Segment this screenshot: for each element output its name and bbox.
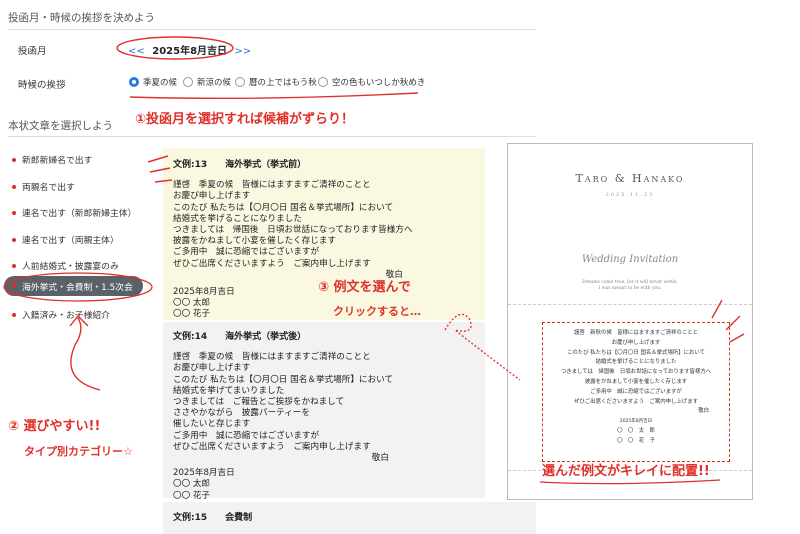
preview-name: 〇 〇 太 郎 xyxy=(617,427,655,434)
month-label: 投函月 xyxy=(18,46,47,57)
annotation-note: ② 選びやすい!! xyxy=(8,419,101,434)
greeting-label: 時候の挨拶 xyxy=(18,80,66,91)
preview-line: 謹啓 新秋の候 皆様にはますますご清祥のことと xyxy=(574,330,698,336)
annotation-note: ③ 例文を選んで xyxy=(318,280,411,295)
month-value: 2025年8月吉日 xyxy=(152,46,228,57)
preview-date-line: 2025年8月吉日 xyxy=(619,419,653,425)
bullet-icon xyxy=(12,237,16,242)
example-name: 〇〇 花子 xyxy=(173,490,211,501)
category-label: 両親名で出す xyxy=(22,183,75,193)
preview-closing: 敬白 xyxy=(698,408,709,415)
invitation-preview: Taro & Hanako 2025.11.23 Wedding Invitat… xyxy=(507,143,753,500)
greeting-option-label: 新涼の候 xyxy=(197,78,232,88)
greeting-option-label: 暦の上ではもう秋 xyxy=(249,78,317,88)
example-body: 謹啓 季夏の候 皆様にはますますご清祥のことと お慶び申し上げます このたび 私… xyxy=(173,352,394,452)
annotation-note: タイプ別カテゴリー☆ xyxy=(24,445,133,458)
preview-line: つきましては 帰国後 日頃お世話になっております皆様方へ xyxy=(560,369,712,376)
bullet-icon xyxy=(12,157,16,162)
preview-line: 披露をかねまして小宴を催したく存じます xyxy=(584,378,688,385)
annotation-note: クリックすると… xyxy=(333,305,421,318)
greeting-option[interactable]: 季夏の候 xyxy=(129,76,177,88)
category-label: 連名で出す（新郎新婦主体） xyxy=(22,209,137,219)
fold-divider xyxy=(508,304,752,305)
radio-icon[interactable] xyxy=(318,77,328,87)
prev-month-button[interactable]: << xyxy=(128,46,145,57)
bullet-icon xyxy=(12,284,16,288)
preview-line: 結婚式を挙げることになりました xyxy=(595,359,677,366)
preview-tagline: I was meant to be with you. xyxy=(598,286,662,291)
example-heading: 文例:15 会費制 xyxy=(173,513,253,523)
category-item[interactable]: 人前結婚式・披露宴のみ xyxy=(12,259,119,272)
category-item[interactable]: 新郎新婦名で出す xyxy=(12,153,92,166)
preview-line: お慶び申し上げます xyxy=(611,339,661,346)
preview-date: 2025.11.23 xyxy=(605,192,655,198)
arrow-up xyxy=(69,314,101,391)
example-card[interactable]: 文例:15 会費制 xyxy=(163,502,536,534)
bullet-icon xyxy=(12,210,16,215)
category-label: 入籍済み・お子様紹介 xyxy=(22,311,110,321)
example-name: 〇〇 太郎 xyxy=(173,298,211,309)
divider xyxy=(8,136,536,137)
example-card[interactable]: 文例:14 海外挙式（挙式後） 謹啓 季夏の候 皆様にはますますご清祥のことと … xyxy=(163,322,485,501)
greeting-option[interactable]: 空の色もいつしか秋めき xyxy=(318,76,425,88)
preview-line: ぜひご出席くださいますよう ご案内申し上げます xyxy=(574,398,698,405)
example-name: 〇〇 花子 xyxy=(173,309,211,320)
radio-icon[interactable] xyxy=(235,77,245,87)
radio-selected-icon[interactable] xyxy=(129,77,139,87)
example-heading: 文例:13 海外挙式（挙式前） xyxy=(173,160,307,170)
radio-icon[interactable] xyxy=(183,77,193,87)
preview-name: 〇 〇 花 子 xyxy=(617,437,655,444)
category-label: 連名で出す（両親主体） xyxy=(22,236,119,246)
bullet-icon xyxy=(12,184,16,189)
settings-title: 投函月・時候の挨拶を決めよう xyxy=(8,12,155,24)
annotation-note: 選んだ例文がキレイに配置!! xyxy=(542,464,710,479)
category-label: 人前結婚式・披露宴のみ xyxy=(22,262,119,272)
annotation-note: ①投函月を選択すれば候補がずらり！ xyxy=(135,112,355,127)
example-body: 謹啓 季夏の候 皆様にはますますご清祥のことと お慶び申し上げます このたび 私… xyxy=(173,180,413,269)
preview-names: Taro & Hanako xyxy=(575,172,685,185)
bullet-icon xyxy=(12,312,16,317)
category-item-active[interactable]: 海外挙式・会費制・1.5次会 xyxy=(4,276,143,296)
category-item[interactable]: 両親名で出す xyxy=(12,180,75,193)
preview-tagline: Dreams come true, for it will never sett… xyxy=(582,280,678,285)
category-item[interactable]: 入籍済み・お子様紹介 xyxy=(12,308,110,321)
greeting-option-label: 空の色もいつしか秋めき xyxy=(332,78,426,88)
preview-line: このたび 私たちは【〇月〇日 国名＆挙式場所】において xyxy=(566,349,706,356)
example-name: 〇〇 太郎 xyxy=(173,479,211,490)
preview-signature: Wedding Invitation xyxy=(581,254,679,265)
greeting-option-label: 季夏の候 xyxy=(143,78,178,88)
greeting-option[interactable]: 新涼の候 xyxy=(183,76,231,88)
divider xyxy=(8,29,536,30)
preview-text-block: 謹啓 新秋の候 皆様にはますますご清祥のことと お慶び申し上げます このたび 私… xyxy=(542,322,730,462)
next-month-button[interactable]: >> xyxy=(235,46,252,57)
month-selector[interactable]: << 2025年8月吉日 >> xyxy=(128,42,251,57)
bullet-icon xyxy=(12,263,16,268)
example-heading: 文例:14 海外挙式（挙式後） xyxy=(173,332,307,342)
underline-mark xyxy=(129,92,419,100)
example-date: 2025年8月吉日 xyxy=(173,468,235,479)
greeting-option[interactable]: 暦の上ではもう秋 xyxy=(235,76,317,88)
text-section-title: 本状文章を選択しよう xyxy=(8,120,113,132)
preview-line: ご多用中 誠に恐縮ではございますが xyxy=(590,388,682,395)
example-closing: 敬白 xyxy=(371,453,389,464)
category-item[interactable]: 連名で出す（両親主体） xyxy=(12,233,119,246)
category-item[interactable]: 連名で出す（新郎新婦主体） xyxy=(12,206,136,219)
category-label: 新郎新婦名で出す xyxy=(22,156,93,166)
category-label: 海外挙式・会費制・1.5次会 xyxy=(22,282,133,293)
